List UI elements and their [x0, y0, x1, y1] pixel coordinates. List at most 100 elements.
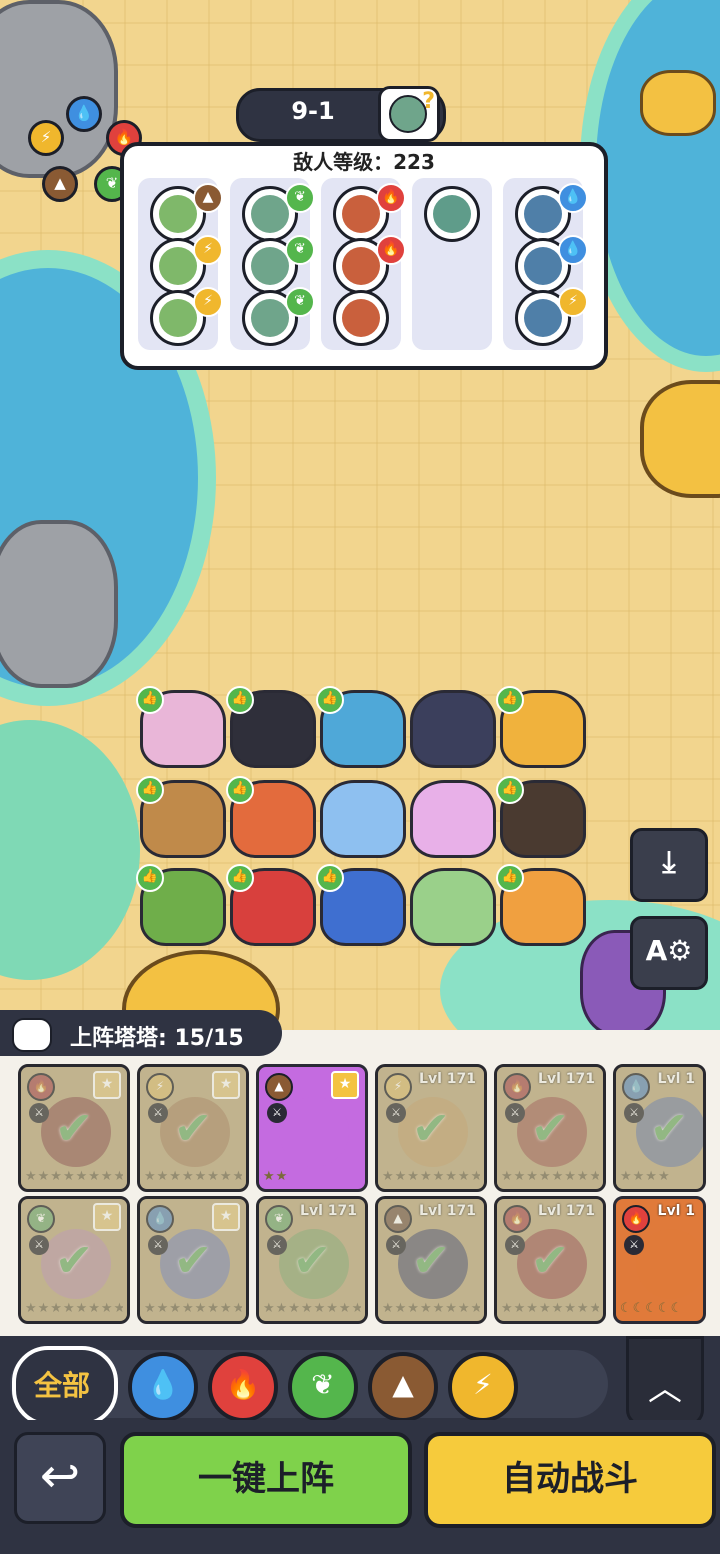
- creature-portrait: [41, 1097, 111, 1167]
- role-icon: ⚔: [29, 1235, 49, 1255]
- zombie-face-icon: [159, 195, 197, 233]
- filter-lightning-icon[interactable]: ⚡: [448, 1352, 518, 1422]
- enemy-level: 敌人等级：223: [293, 150, 435, 174]
- cat-icon: [12, 1018, 52, 1052]
- creature-card[interactable]: 🔥 ⚔ Lvl 1 ☾☾☾☾☾: [613, 1196, 706, 1324]
- creature-card[interactable]: ❦ ⚔ ★ ✔ ★★★★★★★★: [18, 1196, 130, 1324]
- creature-portrait: [636, 1229, 703, 1299]
- checkmark-icon: ✔: [411, 1101, 451, 1155]
- earth-icon: ▲: [384, 1205, 412, 1233]
- fire-icon: 🔥: [622, 1205, 650, 1233]
- zombie-question-icon[interactable]: ?: [378, 86, 440, 142]
- deployed-creature[interactable]: [320, 780, 406, 858]
- card-level: Lvl 171: [419, 1203, 476, 1219]
- star-badge-icon: ★: [93, 1071, 121, 1099]
- lightning-icon: ⚡: [384, 1073, 412, 1101]
- leaf-icon: ❦: [27, 1205, 55, 1233]
- zombie-face-icon: [159, 247, 197, 285]
- card-level: Lvl 171: [300, 1203, 357, 1219]
- filter-fire-icon[interactable]: 🔥: [208, 1352, 278, 1422]
- checkmark-icon: ✔: [173, 1101, 213, 1155]
- filter-water-icon[interactable]: 💧: [128, 1352, 198, 1422]
- creature-card[interactable]: ⚡ ⚔ Lvl 171 ✔ ★★★★★★★★: [375, 1064, 487, 1192]
- card-stars: ★★★★★★★★: [25, 1301, 123, 1316]
- creature-card[interactable]: ❦ ⚔ Lvl 171 ✔ ★★★★★★★★: [256, 1196, 368, 1324]
- lightning-icon: ⚡: [28, 120, 64, 156]
- creature-card[interactable]: 💧 ⚔ ★ ✔ ★★★★★★★★: [137, 1196, 249, 1324]
- zombie-face-icon: [251, 195, 289, 233]
- enemy-portrait[interactable]: ❦: [242, 287, 315, 346]
- enemy-portrait[interactable]: ⚡: [515, 287, 588, 346]
- enemy-portrait[interactable]: ⚡: [150, 235, 223, 294]
- leaf-icon: ❦: [265, 1205, 293, 1233]
- collapse-button[interactable]: ︿: [626, 1336, 704, 1426]
- checkmark-icon: ✔: [292, 1233, 332, 1287]
- creature-card[interactable]: 🔥 ⚔ ★ ✔ ★★★★★★★★: [18, 1064, 130, 1192]
- star-badge-icon: ★: [212, 1071, 240, 1099]
- creature-portrait: [398, 1097, 468, 1167]
- download-button[interactable]: ⤓: [630, 828, 708, 902]
- enemy-portrait[interactable]: 💧: [515, 183, 588, 242]
- back-button[interactable]: ↩: [14, 1432, 106, 1524]
- enemy-portrait[interactable]: 🔥: [333, 235, 406, 294]
- crown-rock: [640, 380, 720, 498]
- star-badge-icon: ★: [331, 1071, 359, 1099]
- enemy-portrait[interactable]: 💧: [515, 235, 588, 294]
- creature-portrait: [517, 1097, 587, 1167]
- fire-icon: 🔥: [503, 1205, 531, 1233]
- lightning-icon: ⚡: [193, 287, 223, 317]
- checkmark-icon: ✔: [530, 1101, 570, 1155]
- role-icon: ⚔: [624, 1103, 644, 1123]
- checkmark-icon: ✔: [173, 1233, 213, 1287]
- auto-battle-button[interactable]: 自动战斗: [424, 1432, 716, 1528]
- role-icon: ⚔: [148, 1103, 168, 1123]
- enemy-portrait[interactable]: ▲: [150, 183, 223, 242]
- creature-portrait: [279, 1229, 349, 1299]
- zombie-face-icon: [433, 195, 471, 233]
- enemy-portrait[interactable]: [333, 290, 389, 346]
- enemy-portrait[interactable]: ❦: [242, 183, 315, 242]
- water-icon: 💧: [66, 96, 102, 132]
- pond-left-bottom: [0, 720, 140, 980]
- filter-earth-icon[interactable]: ▲: [368, 1352, 438, 1422]
- checkmark-icon: ✔: [411, 1233, 451, 1287]
- deployed-creature[interactable]: [410, 690, 496, 768]
- deployed-creature[interactable]: [410, 868, 496, 946]
- zombie-face-icon: [251, 299, 289, 337]
- fire-icon: 🔥: [27, 1073, 55, 1101]
- enemy-portrait[interactable]: [424, 186, 480, 242]
- auto-settings-button[interactable]: A⚙: [630, 916, 708, 990]
- zombie-face-icon: [524, 299, 562, 337]
- fire-icon: 🔥: [376, 235, 406, 265]
- enemy-column: ▲ ⚡ ⚡: [138, 178, 223, 350]
- enemy-portrait[interactable]: ❦: [242, 235, 315, 294]
- one-click-deploy-button[interactable]: 一键上阵: [120, 1432, 412, 1528]
- creature-card[interactable]: ▲ ⚔ ★ ★★: [256, 1064, 368, 1192]
- stage-label: 9-1: [291, 97, 335, 125]
- creature-card[interactable]: 🔥 ⚔ Lvl 171 ✔ ★★★★★★★★: [494, 1064, 606, 1192]
- role-icon: ⚔: [386, 1103, 406, 1123]
- creature-card[interactable]: 💧 ⚔ Lvl 1 ✔ ★★★★: [613, 1064, 706, 1192]
- creature-portrait: [636, 1097, 703, 1167]
- thumbs-up-icon: 👍: [496, 864, 524, 892]
- card-level: Lvl 1: [657, 1071, 695, 1087]
- creature-card[interactable]: ⚡ ⚔ ★ ✔ ★★★★★★★★: [137, 1064, 249, 1192]
- role-icon: ⚔: [386, 1235, 406, 1255]
- lightning-icon: ⚡: [146, 1073, 174, 1101]
- creature-portrait: [517, 1229, 587, 1299]
- creature-card[interactable]: ▲ ⚔ Lvl 171 ✔ ★★★★★★★★: [375, 1196, 487, 1324]
- role-icon: ⚔: [505, 1103, 525, 1123]
- card-stars: ★★★★★★★★: [382, 1169, 480, 1184]
- creature-card[interactable]: 🔥 ⚔ Lvl 171 ✔ ★★★★★★★★: [494, 1196, 606, 1324]
- card-level: Lvl 1: [657, 1203, 695, 1219]
- role-icon: ⚔: [505, 1235, 525, 1255]
- leaf-icon: ❦: [285, 183, 315, 213]
- card-stars: ★★★★★★★★: [382, 1301, 480, 1316]
- filter-leaf-icon[interactable]: ❦: [288, 1352, 358, 1422]
- card-stars: ★★★★★★★★: [501, 1301, 599, 1316]
- deployed-creature[interactable]: [410, 780, 496, 858]
- enemy-portrait[interactable]: ⚡: [150, 287, 223, 346]
- enemy-portrait[interactable]: 🔥: [333, 183, 406, 242]
- card-stars: ★★: [263, 1169, 289, 1184]
- element-wheel[interactable]: 💧 🔥 ❦ ▲ ⚡: [28, 96, 142, 202]
